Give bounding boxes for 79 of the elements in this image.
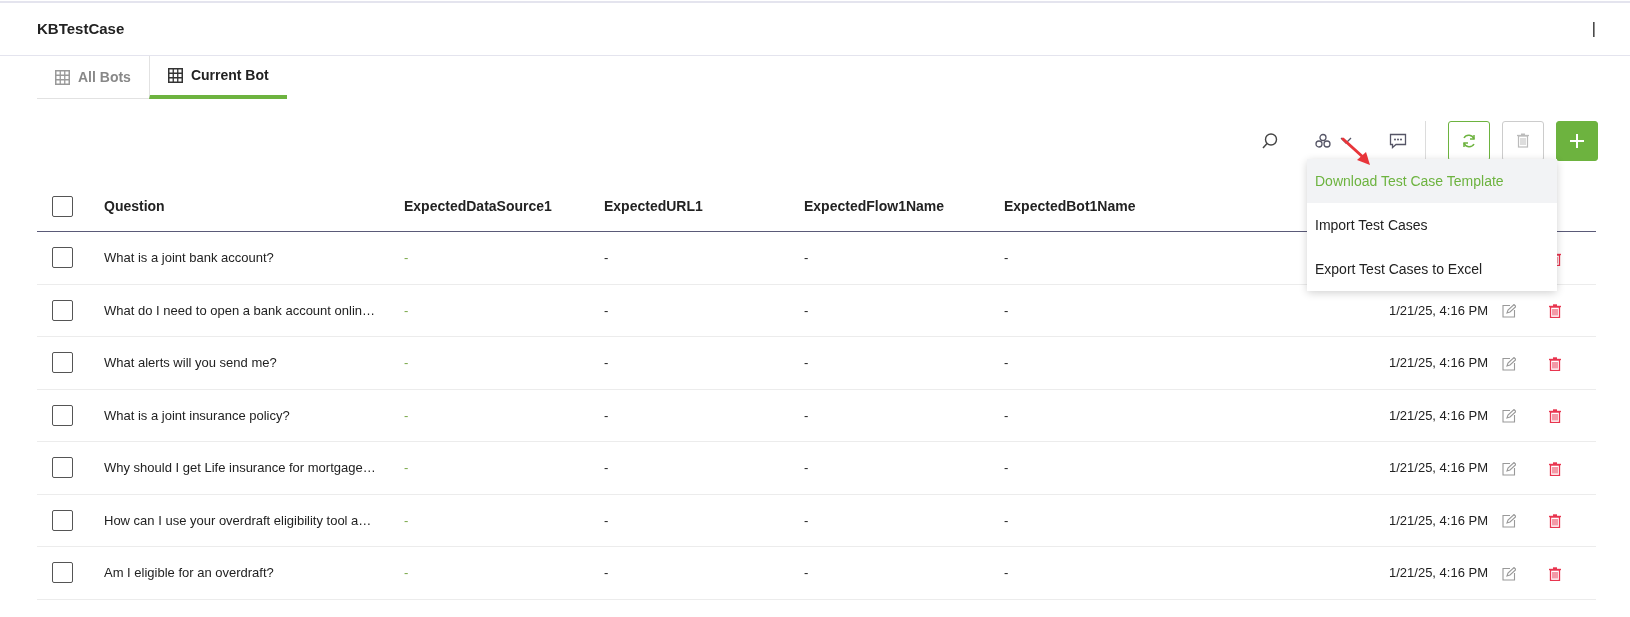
menu-item[interactable]: Export Test Cases to Excel	[1307, 247, 1557, 291]
delete-icon[interactable]	[1549, 356, 1561, 371]
refresh-icon	[1461, 132, 1477, 149]
table-cell: -	[604, 407, 609, 423]
table-cell: -	[804, 565, 809, 580]
table-cell: -	[1004, 512, 1009, 528]
table-cell: -	[604, 565, 609, 580]
table-cell: -	[404, 250, 409, 265]
tab[interactable]: All Bots	[37, 56, 149, 99]
delete-icon[interactable]	[1549, 566, 1561, 581]
plus-icon	[1569, 132, 1585, 149]
table-cell: -	[404, 460, 409, 475]
edit-icon[interactable]	[1502, 409, 1516, 424]
table-cell: -	[804, 407, 809, 423]
page-title: KBTestCase	[37, 18, 125, 39]
column-header: ExpectedURL1	[604, 198, 703, 214]
table-cell: What do I need to open a bank account onlin…	[104, 302, 376, 318]
table-cell: -	[804, 355, 809, 370]
table-cell: What is a joint bank account?	[104, 250, 274, 265]
checkbox[interactable]	[52, 196, 73, 217]
table-cell: What is a joint insurance policy?	[104, 407, 290, 423]
table-cell: -	[404, 355, 409, 370]
checkbox[interactable]	[52, 404, 73, 426]
table-cell: -	[1004, 565, 1009, 580]
table-cell: 1/21/25, 4:16 PM	[1389, 512, 1488, 528]
edit-icon[interactable]	[1502, 566, 1516, 581]
edit-icon[interactable]	[1502, 356, 1516, 371]
trash-icon	[1517, 133, 1529, 148]
table-cell: What alerts will you send me?	[104, 355, 277, 370]
table-cell: -	[1004, 460, 1009, 475]
table-cell: How can I use your overdraft eligibility tool a…	[104, 512, 372, 528]
checkbox[interactable]	[52, 509, 73, 531]
checkbox[interactable]	[52, 299, 73, 321]
table-cell: -	[804, 460, 809, 475]
table-cell: -	[404, 565, 409, 580]
checkbox[interactable]	[52, 352, 73, 374]
table-cell: Why should I get Life insurance for mortgage…	[104, 460, 376, 475]
table-cell: 1/21/25, 4:16 PM	[1389, 407, 1488, 423]
add-button[interactable]	[1556, 120, 1598, 161]
checkbox[interactable]	[52, 247, 73, 269]
table-cell: -	[604, 460, 609, 475]
grid-icon	[55, 69, 70, 85]
refresh-button[interactable]	[1448, 120, 1490, 161]
menu-item[interactable]: Import Test Cases	[1307, 203, 1557, 247]
table-cell: -	[804, 512, 809, 528]
edit-icon[interactable]	[1502, 461, 1516, 476]
table-cell: -	[404, 302, 409, 318]
column-header: ExpectedDataSource1	[404, 198, 552, 214]
table-cell: -	[804, 250, 809, 265]
edit-icon[interactable]	[1502, 514, 1516, 529]
delete-icon[interactable]	[1549, 514, 1561, 529]
delete-icon[interactable]	[1549, 304, 1561, 319]
edit-icon[interactable]	[1502, 304, 1516, 319]
table-cell: -	[1004, 302, 1009, 318]
table-cell: 1/21/25, 4:16 PM	[1389, 565, 1488, 580]
table-cell: -	[604, 512, 609, 528]
column-header: ExpectedBot1Name	[1004, 198, 1136, 214]
table-cell: -	[604, 302, 609, 318]
table-cell: 1/21/25, 4:16 PM	[1389, 355, 1488, 370]
checkbox[interactable]	[52, 457, 73, 479]
grid-icon	[167, 68, 183, 83]
table-cell: Am I eligible for an overdraft?	[104, 565, 274, 580]
table-cell: -	[1004, 355, 1009, 370]
column-header: Question	[104, 198, 165, 214]
table-cell: 1/21/25, 4:16 PM	[1389, 302, 1488, 318]
tab[interactable]: Current Bot	[148, 56, 287, 99]
table-cell: -	[1004, 250, 1009, 265]
table-cell: -	[804, 302, 809, 318]
table-cell: -	[404, 512, 409, 528]
column-header: ExpectedFlow1Name	[804, 198, 945, 214]
table-cell: -	[604, 355, 609, 370]
table-cell: -	[404, 407, 409, 423]
delete-icon[interactable]	[1549, 461, 1561, 476]
checkbox[interactable]	[52, 562, 73, 584]
header-separator: |	[1591, 19, 1596, 39]
table-cell: 1/21/25, 4:16 PM	[1389, 460, 1488, 475]
table-cell: -	[604, 250, 609, 265]
delete-icon[interactable]	[1549, 409, 1561, 424]
table-cell: -	[1004, 407, 1009, 423]
